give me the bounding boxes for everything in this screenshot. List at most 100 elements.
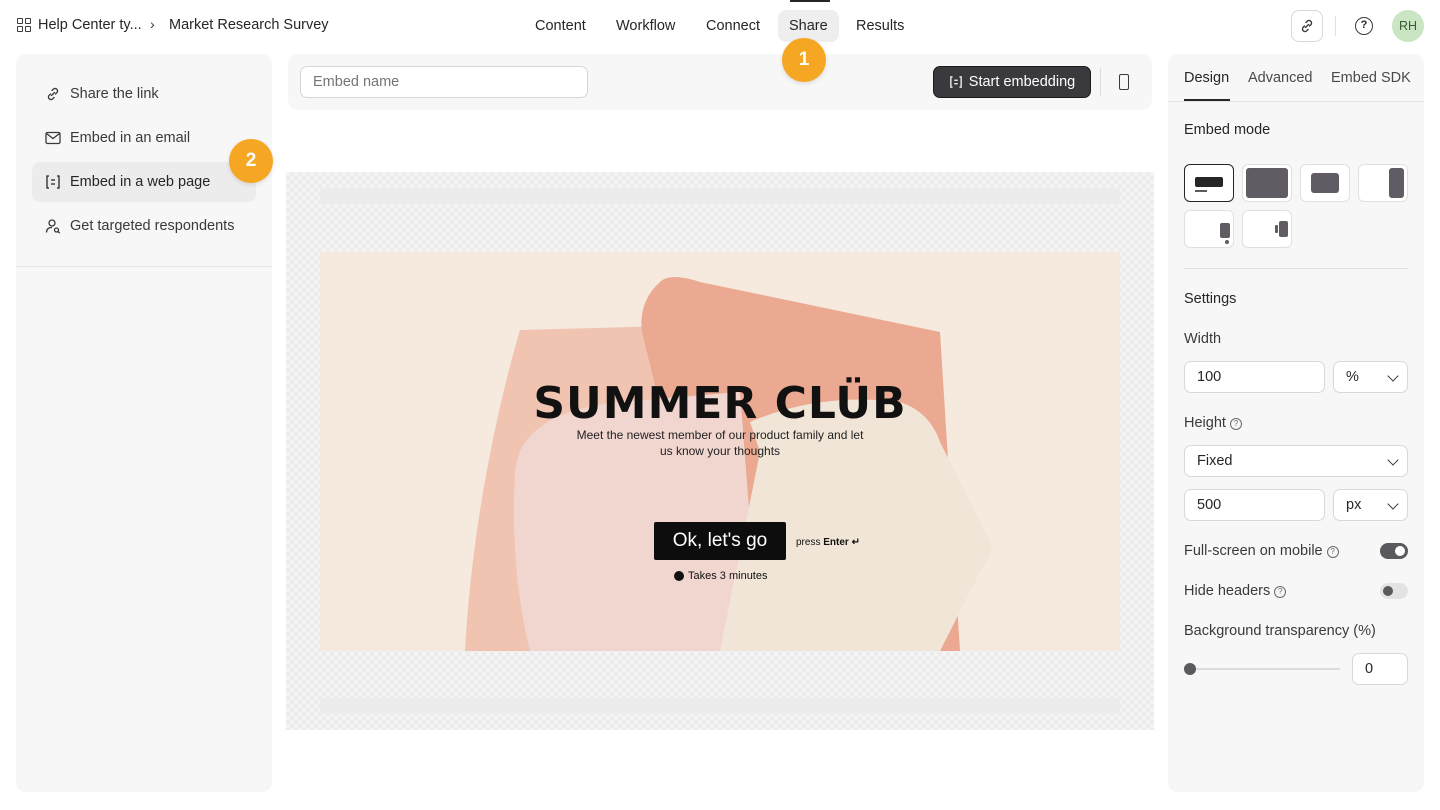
enter-key-text: Enter ↵ [823,537,860,548]
duration-text: Takes 3 minutes [688,570,768,582]
sidebar-item-targeted-respondents[interactable]: Get targeted respondents [32,206,256,246]
mail-icon [44,129,62,147]
person-search-icon [44,217,62,235]
popover-embed-icon [1220,223,1230,244]
help-icon[interactable]: ? [1229,418,1242,430]
active-tab-indicator [790,0,830,2]
start-embedding-button[interactable]: Start embedding [933,66,1091,98]
toggle-knob [1395,546,1405,556]
sidebar-item-label: Embed in a web page [70,174,211,190]
step-badge-1: 1 [782,38,826,82]
embed-mode-heading: Embed mode [1184,122,1271,138]
step-badge-2: 2 [229,139,273,183]
duration-info: Takes 3 minutes [674,570,767,582]
fullscreen-row: Full-screen on mobile? [1184,543,1339,559]
placeholder-content-bar [320,188,1120,204]
width-label: Width [1184,331,1222,347]
tab-results[interactable]: Results [845,10,915,42]
width-unit-select[interactable]: % [1333,361,1408,393]
slider-embed-icon [1389,168,1404,198]
survey-title: SUMMER CLÜB [533,378,907,429]
active-tab-indicator [1184,99,1230,101]
panel-divider [1184,268,1408,269]
embed-settings-panel: Design Advanced Embed SDK Embed mode Set… [1168,54,1424,792]
avatar[interactable]: RH [1392,10,1424,42]
transparency-slider-track[interactable] [1190,668,1340,670]
header-divider [1335,16,1336,36]
embed-code-icon [44,173,62,191]
press-enter-hint: press Enter ↵ [796,537,860,548]
tab-advanced[interactable]: Advanced [1248,70,1313,86]
hide-headers-toggle[interactable] [1380,583,1408,599]
height-unit-value: px [1346,497,1362,513]
survey-subtitle: Meet the newest member of our product fa… [576,428,864,458]
mode-side-tab-option[interactable] [1242,210,1292,248]
mode-popover-option[interactable] [1184,210,1234,248]
tab-workflow[interactable]: Workflow [605,10,686,42]
sidebar-divider [16,266,272,267]
side-tab-embed-icon [1275,221,1288,237]
height-input[interactable]: 500 [1184,489,1325,521]
chevron-down-icon [1387,498,1399,510]
mode-standard-option[interactable] [1184,164,1234,202]
apps-grid-icon[interactable] [17,18,31,32]
embed-preview: SUMMER CLÜB Meet the newest member of ou… [286,172,1154,730]
fullscreen-label: Full-screen on mobile [1184,543,1323,559]
tab-content[interactable]: Content [524,10,597,42]
hide-headers-row: Hide headers? [1184,583,1287,599]
background-transparency-input[interactable]: 0 [1352,653,1408,685]
tab-connect[interactable]: Connect [695,10,771,42]
link-icon [44,85,62,103]
sidebar-item-embed-web-page[interactable]: Embed in a web page [32,162,256,202]
width-input[interactable]: 100 [1184,361,1325,393]
mobile-preview-icon[interactable] [1119,74,1129,90]
height-mode-select[interactable]: Fixed [1184,445,1408,477]
transparency-slider-handle[interactable] [1184,663,1196,675]
embed-name-input[interactable] [300,66,588,98]
help-icon[interactable]: ? [1355,17,1373,35]
mode-slider-option[interactable] [1358,164,1408,202]
link-icon [1301,19,1313,33]
help-icon[interactable]: ? [1326,546,1339,558]
placeholder-content-bar [320,698,1120,714]
fullpage-embed-icon [1246,168,1288,198]
settings-heading: Settings [1184,291,1237,307]
chevron-down-icon [1387,370,1399,382]
popup-embed-icon [1311,173,1339,193]
help-icon[interactable]: ? [1274,586,1287,598]
sidebar-item-label: Embed in an email [70,130,191,146]
toolbar-divider [1100,68,1101,96]
width-unit-value: % [1346,369,1359,385]
height-label: Height [1184,415,1226,431]
tab-embed-sdk[interactable]: Embed SDK [1331,70,1411,86]
tab-share[interactable]: Share [778,10,839,42]
tab-design[interactable]: Design [1184,70,1229,86]
mode-fullpage-option[interactable] [1242,164,1292,202]
hide-headers-label: Hide headers [1184,583,1271,599]
press-text: press [796,537,821,548]
background-transparency-label: Background transparency (%) [1184,623,1376,639]
sidebar-item-embed-email[interactable]: Embed in an email [32,118,256,158]
sidebar-item-share-link[interactable]: Share the link [32,74,256,114]
copy-link-button[interactable] [1291,10,1323,42]
height-label-row: Height? [1184,415,1242,431]
settings-tabs: Design Advanced Embed SDK [1168,54,1424,102]
mode-popup-option[interactable] [1300,164,1350,202]
chevron-right-icon: › [150,16,155,32]
height-mode-value: Fixed [1197,453,1233,469]
top-navigation: Help Center ty... › Market Research Surv… [0,0,1440,52]
survey-welcome-screen: SUMMER CLÜB Meet the newest member of ou… [320,252,1120,651]
fullscreen-mobile-toggle[interactable] [1380,543,1408,559]
breadcrumb-form-title[interactable]: Market Research Survey [169,17,329,33]
toggle-knob [1383,586,1393,596]
embed-toolbar: Start embedding [288,54,1152,110]
sidebar-item-label: Get targeted respondents [70,218,235,234]
start-survey-button[interactable]: Ok, let's go [654,522,786,560]
clock-icon [674,571,684,581]
chevron-down-icon [1387,454,1399,466]
standard-embed-icon [1195,177,1223,192]
sidebar-item-label: Share the link [70,86,159,102]
height-unit-select[interactable]: px [1333,489,1408,521]
breadcrumb-workspace[interactable]: Help Center ty... [38,17,142,33]
start-embedding-label: Start embedding [968,74,1076,90]
